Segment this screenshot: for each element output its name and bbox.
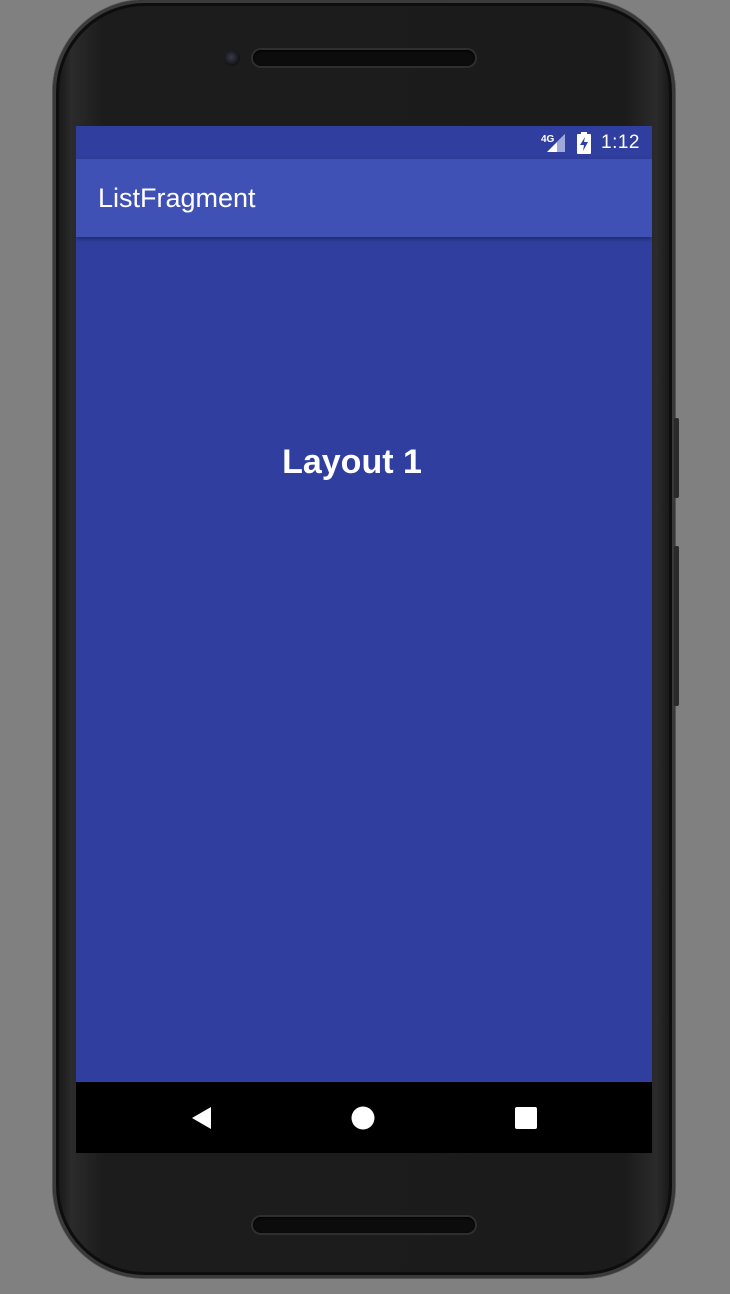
signal-icon: 4G — [541, 132, 567, 154]
back-icon — [192, 1107, 211, 1129]
status-time: 1:12 — [601, 131, 640, 153]
status-icons: 4G 1:12 — [541, 126, 640, 159]
app-bar: ListFragment — [76, 159, 652, 237]
status-bar: 4G 1:12 — [76, 126, 652, 159]
fragment-content: Layout 1 — [76, 237, 652, 1082]
recents-button[interactable] — [508, 1100, 544, 1136]
top-speaker — [253, 50, 475, 66]
home-icon — [351, 1106, 375, 1130]
network-label: 4G — [541, 134, 555, 145]
device-screen: 4G 1:12 ListFragment Layout 1 — [76, 126, 652, 1153]
recents-icon — [515, 1107, 537, 1129]
bottom-speaker — [253, 1217, 475, 1233]
app-bar-title: ListFragment — [98, 183, 256, 213]
navigation-bar — [76, 1082, 652, 1153]
home-button[interactable] — [345, 1100, 381, 1136]
power-button[interactable] — [674, 418, 679, 498]
volume-button[interactable] — [674, 546, 679, 706]
front-camera — [224, 50, 240, 66]
battery-charging-icon — [577, 131, 592, 154]
back-button[interactable] — [184, 1100, 220, 1136]
layout-label: Layout 1 — [282, 443, 422, 481]
